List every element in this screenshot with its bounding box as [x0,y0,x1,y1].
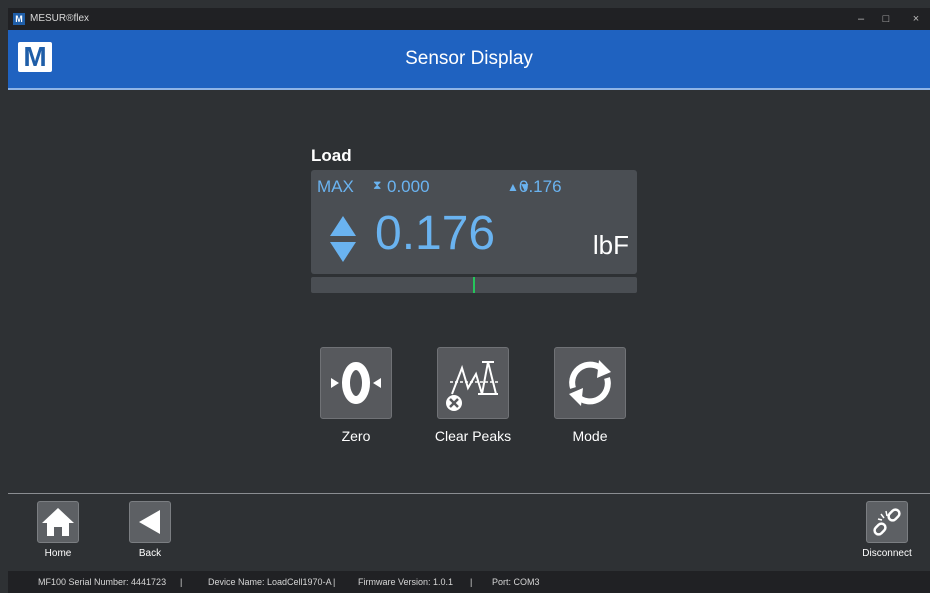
app-icon: M [13,13,25,25]
footer-divider [8,493,930,494]
status-separator: | [470,577,473,587]
sensor-label: Load [311,146,352,165]
disconnect-label: Disconnect [862,548,912,559]
sensor-value: 0.176 [375,207,496,260]
refresh-icon [569,360,611,406]
zero-icon [331,362,381,404]
home-label: Home [44,548,72,559]
firmware-version: Firmware Version: 1.0.1 [358,577,454,587]
up-down-arrow-icon [330,216,356,262]
unit-label: lbF [592,230,629,260]
window-title: MESUR®flex [30,13,90,24]
status-separator: | [180,577,183,587]
serial-number: MF100 Serial Number: 4441723 [38,577,167,587]
peak-icon: ⧗ [373,178,382,192]
sensor-display: MAX ⧗ 0.000 ▲▼ 0.176 0.176 lbF [311,170,637,274]
zero-label: Zero [341,428,371,444]
mode-label: Mode [572,428,608,444]
current-value-small: 0.176 [519,177,562,196]
disconnect-button[interactable] [866,501,908,543]
device-name: Device Name: LoadCell1970-A [208,577,332,587]
broken-link-icon [873,508,901,536]
app-header: M Sensor Display [8,30,930,90]
clear-peaks-button[interactable] [437,347,509,419]
max-label: MAX [317,177,354,196]
home-icon [42,508,74,536]
maximize-button[interactable]: □ [869,8,903,30]
window-titlebar: M MESUR®flex – □ × [8,8,930,30]
home-button[interactable] [37,501,79,543]
status-bar: MF100 Serial Number: 4441723 | Device Na… [8,571,930,593]
back-label: Back [138,548,162,559]
back-button[interactable] [129,501,171,543]
clear-peaks-label: Clear Peaks [434,428,512,444]
close-button[interactable]: × [899,8,930,30]
status-separator: | [333,577,336,587]
load-bar [311,277,637,293]
mode-button[interactable] [554,347,626,419]
clear-peaks-icon [446,361,500,411]
page-title: Sensor Display [405,48,533,69]
back-arrow-icon [139,510,160,534]
zero-button[interactable] [320,347,392,419]
peak-value: 0.000 [387,177,430,196]
port: Port: COM3 [492,577,540,587]
load-bar-marker [473,277,475,293]
